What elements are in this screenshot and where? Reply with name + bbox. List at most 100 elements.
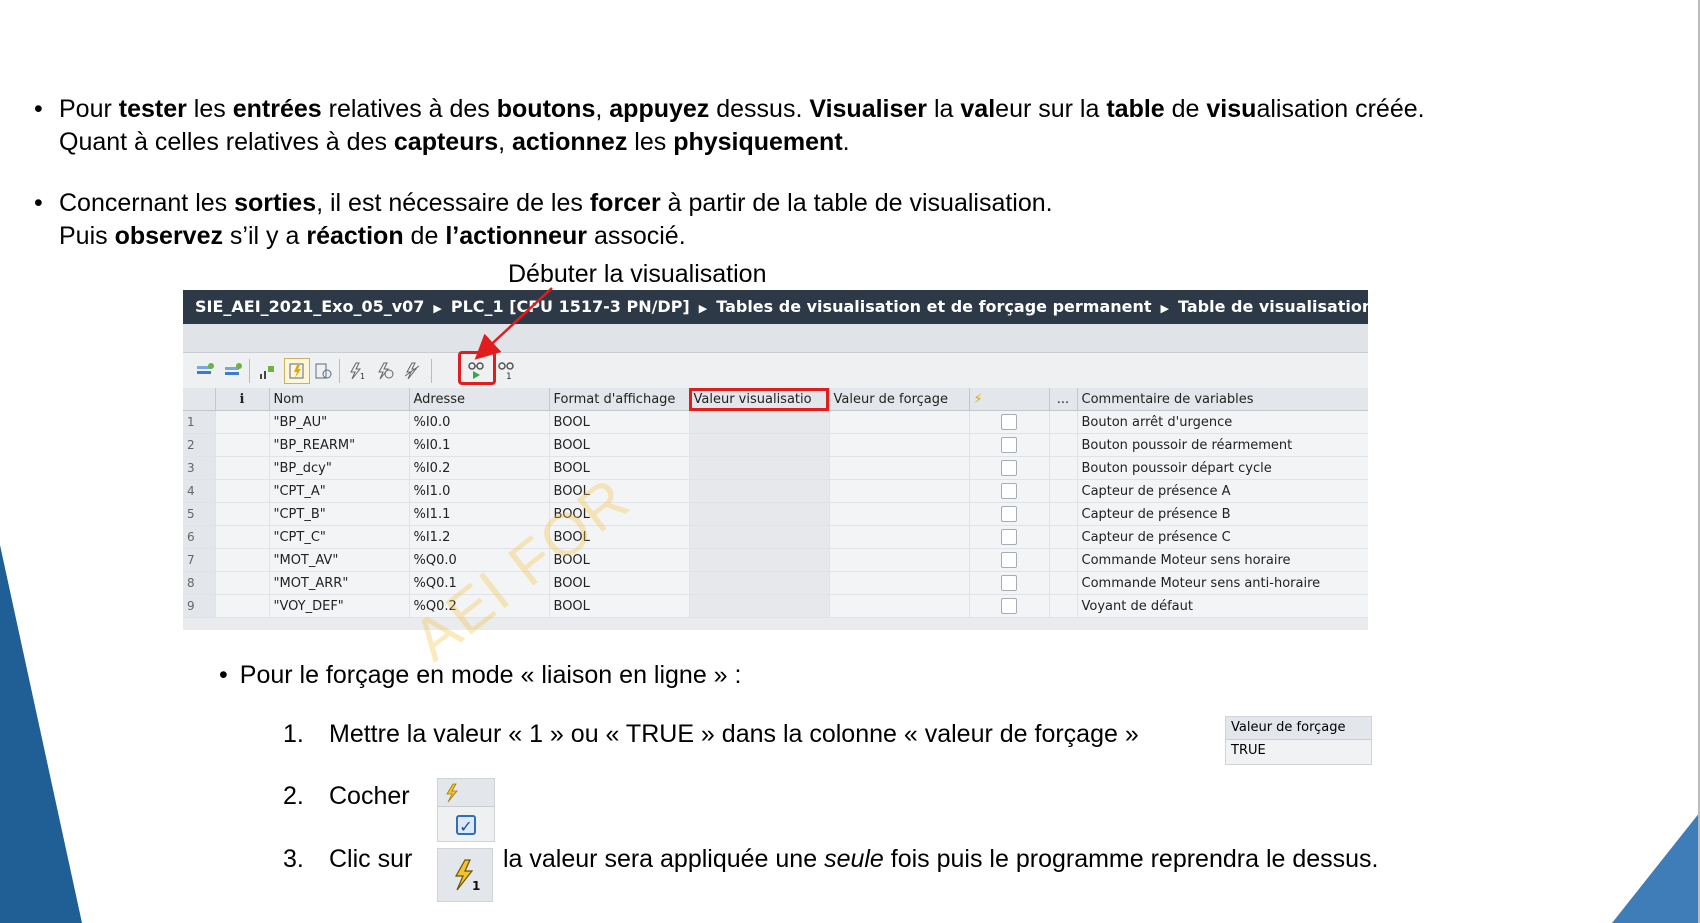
info-cell[interactable] (215, 479, 270, 503)
more-cell[interactable] (1049, 525, 1078, 549)
force-checkbox-cell[interactable] (969, 479, 1050, 503)
table-row[interactable]: 5 "CPT_B" %I1.1 BOOL Capteur de présence B (183, 502, 1368, 526)
update-icon[interactable] (255, 359, 279, 383)
force-checkbox[interactable] (1001, 483, 1017, 499)
comment-cell[interactable]: Commande Moteur sens anti-horaire (1077, 571, 1368, 595)
name-cell[interactable]: "CPT_B" (269, 502, 410, 526)
force-value-cell[interactable] (829, 525, 970, 549)
address-cell[interactable]: %I1.0 (409, 479, 550, 503)
monitor-value-cell[interactable] (689, 479, 830, 503)
monitor-value-cell[interactable] (689, 594, 830, 618)
force-value-cell[interactable] (829, 410, 970, 434)
force-checkbox-cell[interactable] (969, 571, 1050, 595)
monitor-once-icon[interactable] (311, 359, 335, 383)
comment-cell[interactable]: Bouton arrêt d'urgence (1077, 410, 1368, 434)
force-value-cell[interactable]: TRUE (1226, 740, 1371, 762)
table-row[interactable]: 1 "BP_AU" %I0.0 BOOL Bouton arrêt d'urgence (183, 410, 1368, 434)
monitor-value-cell[interactable] (689, 502, 830, 526)
col-header-display-format[interactable]: Format d'affichage (549, 388, 690, 411)
col-header-more[interactable]: ... (1049, 388, 1078, 411)
force-checkbox-cell[interactable] (969, 525, 1050, 549)
format-cell[interactable]: BOOL (549, 594, 690, 618)
more-cell[interactable] (1049, 433, 1078, 457)
address-cell[interactable]: %I0.2 (409, 456, 550, 480)
monitor-value-cell[interactable] (689, 456, 830, 480)
table-row[interactable]: 7 "MOT_AV" %Q0.0 BOOL Commande Moteur sens h… (183, 548, 1368, 572)
force-checkbox-cell[interactable] (969, 456, 1050, 480)
insert-row-icon[interactable] (193, 359, 217, 383)
force-value-cell[interactable] (829, 456, 970, 480)
table-row[interactable]: 2 "BP_REARM" %I0.1 BOOL Bouton poussoir de r… (183, 433, 1368, 457)
force-checkbox[interactable]: ✓ (456, 815, 476, 836)
modify-icon[interactable] (401, 359, 425, 383)
table-row[interactable]: 4 "CPT_A" %I1.0 BOOL Capteur de présence A (183, 479, 1368, 503)
info-cell[interactable] (215, 525, 270, 549)
force-checkbox[interactable] (1001, 460, 1017, 476)
table-row[interactable]: 6 "CPT_C" %I1.2 BOOL Capteur de présence C (183, 525, 1368, 549)
more-cell[interactable] (1049, 594, 1078, 618)
more-cell[interactable] (1049, 479, 1078, 503)
force-checkbox-cell[interactable] (969, 548, 1050, 572)
force-checkbox[interactable] (1001, 414, 1017, 430)
col-header-force-value[interactable]: Valeur de forçage (829, 388, 970, 411)
comment-cell[interactable]: Capteur de présence A (1077, 479, 1368, 503)
force-value-cell[interactable] (829, 594, 970, 618)
comment-cell[interactable]: Voyant de défaut (1077, 594, 1368, 618)
breadcrumb-item[interactable]: PLC_1 [CPU 1517-3 PN/DP] (451, 297, 690, 316)
force-checkbox-cell[interactable] (969, 433, 1050, 457)
comment-cell[interactable]: Bouton poussoir de réarmement (1077, 433, 1368, 457)
force-checkbox[interactable] (1001, 575, 1017, 591)
table-row[interactable]: 9 "VOY_DEF" %Q0.2 BOOL Voyant de défaut (183, 594, 1368, 618)
more-cell[interactable] (1049, 548, 1078, 572)
comment-cell[interactable]: Commande Moteur sens horaire (1077, 548, 1368, 572)
name-cell[interactable]: "BP_AU" (269, 410, 410, 434)
address-cell[interactable]: %I0.1 (409, 433, 550, 457)
name-cell[interactable]: "BP_dcy" (269, 456, 410, 480)
col-header-address[interactable]: Adresse (409, 388, 550, 411)
info-cell[interactable] (215, 410, 270, 434)
monitor-value-cell[interactable] (689, 548, 830, 572)
force-checkbox-cell[interactable] (969, 502, 1050, 526)
breadcrumb-item[interactable]: Table de visualisation_1 (1178, 297, 1368, 316)
force-value-cell[interactable] (829, 548, 970, 572)
force-value-cell[interactable] (829, 502, 970, 526)
name-cell[interactable]: "CPT_C" (269, 525, 410, 549)
more-cell[interactable] (1049, 502, 1078, 526)
force-checkbox[interactable] (1001, 506, 1017, 522)
force-checkbox[interactable] (1001, 598, 1017, 614)
force-once-button[interactable]: 1 (437, 848, 493, 902)
monitor-value-cell[interactable] (689, 571, 830, 595)
col-header-info[interactable]: i (215, 388, 270, 411)
more-cell[interactable] (1049, 410, 1078, 434)
info-cell[interactable] (215, 594, 270, 618)
table-row[interactable]: 8 "MOT_ARR" %Q0.1 BOOL Commande Moteur sens … (183, 571, 1368, 595)
force-checkbox-cell[interactable] (969, 594, 1050, 618)
info-cell[interactable] (215, 433, 270, 457)
force-value-cell[interactable] (829, 479, 970, 503)
table-row[interactable]: 3 "BP_dcy" %I0.2 BOOL Bouton poussoir départ… (183, 456, 1368, 480)
info-cell[interactable] (215, 548, 270, 572)
name-cell[interactable]: "BP_REARM" (269, 433, 410, 457)
force-checkbox-cell[interactable] (969, 410, 1050, 434)
col-header-force-icon[interactable]: ⚡ (969, 388, 1050, 411)
monitor-value-cell[interactable] (689, 433, 830, 457)
info-cell[interactable] (215, 456, 270, 480)
force-value-cell[interactable] (829, 571, 970, 595)
monitor-value-cell[interactable] (689, 410, 830, 434)
name-cell[interactable]: "CPT_A" (269, 479, 410, 503)
format-cell[interactable]: BOOL (549, 433, 690, 457)
breadcrumb-item[interactable]: SIE_AEI_2021_Exo_05_v07 (195, 297, 424, 316)
monitor-value-cell[interactable] (689, 525, 830, 549)
format-cell[interactable]: BOOL (549, 410, 690, 434)
force-checkbox[interactable] (1001, 552, 1017, 568)
more-cell[interactable] (1049, 456, 1078, 480)
info-cell[interactable] (215, 571, 270, 595)
col-header-comment[interactable]: Commentaire de variables (1077, 388, 1368, 411)
format-cell[interactable]: BOOL (549, 571, 690, 595)
address-cell[interactable]: %I0.0 (409, 410, 550, 434)
comment-cell[interactable]: Capteur de présence C (1077, 525, 1368, 549)
name-cell[interactable]: "MOT_AV" (269, 548, 410, 572)
force-once-icon[interactable]: 1 (345, 359, 369, 383)
add-row-icon[interactable] (221, 359, 245, 383)
monitor-all-icon[interactable] (284, 358, 310, 384)
